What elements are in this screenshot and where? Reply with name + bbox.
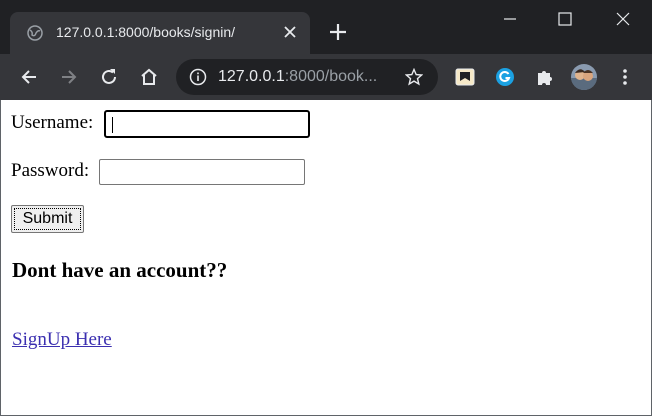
url-path: :8000/book... <box>284 68 378 85</box>
url-host: 127.0.0.1 <box>218 68 285 85</box>
extension-book-icon[interactable] <box>455 67 475 87</box>
plus-icon[interactable] <box>329 23 347 41</box>
password-input[interactable] <box>99 159 305 185</box>
password-label: Password: <box>11 160 90 181</box>
url-text[interactable]: 127.0.0.1:8000/book... <box>218 68 377 86</box>
reload-icon[interactable] <box>99 67 119 87</box>
signup-prompt-heading: Dont have an account?? <box>12 258 228 282</box>
globe-icon <box>27 25 43 41</box>
minimize-icon[interactable] <box>503 12 517 26</box>
info-icon[interactable] <box>189 68 207 86</box>
text-caret <box>112 117 113 133</box>
kebab-menu-icon[interactable] <box>615 67 635 87</box>
browser-tab[interactable]: 127.0.0.1:8000/books/signin/ <box>10 12 310 54</box>
back-icon[interactable] <box>19 67 39 87</box>
close-window-icon[interactable] <box>615 11 631 27</box>
page-content: Username: Password: Submit Dont have an … <box>0 100 652 416</box>
star-icon[interactable] <box>405 68 423 86</box>
signup-link[interactable]: SignUp Here <box>12 329 112 351</box>
username-input[interactable] <box>104 110 310 138</box>
tab-title: 127.0.0.1:8000/books/signin/ <box>56 24 236 40</box>
grammarly-icon[interactable] <box>495 67 515 87</box>
username-label: Username: <box>11 112 94 133</box>
avatar[interactable] <box>571 64 597 90</box>
puzzle-icon[interactable] <box>535 67 555 87</box>
browser-titlebar: 127.0.0.1:8000/books/signin/ <box>0 0 652 54</box>
forward-icon[interactable] <box>59 67 79 87</box>
home-icon[interactable] <box>139 67 159 87</box>
browser-toolbar: 127.0.0.1:8000/book... <box>0 54 652 100</box>
submit-button[interactable]: Submit <box>11 205 84 233</box>
maximize-icon[interactable] <box>558 12 572 26</box>
close-icon[interactable] <box>282 24 298 40</box>
address-bar[interactable]: 127.0.0.1:8000/book... <box>176 59 438 95</box>
